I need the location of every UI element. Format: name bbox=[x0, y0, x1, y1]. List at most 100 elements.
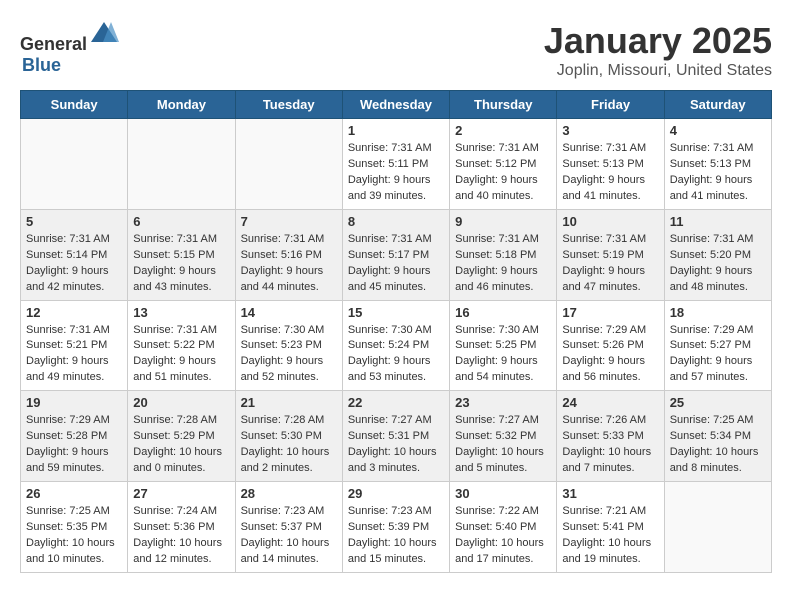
calendar-cell: 9 Sunrise: 7:31 AM Sunset: 5:18 PM Daylig… bbox=[450, 209, 557, 300]
day-number: 15 bbox=[348, 305, 444, 320]
calendar-cell: 10 Sunrise: 7:31 AM Sunset: 5:19 PM Dayli… bbox=[557, 209, 664, 300]
calendar-cell: 11Sunrise: 7:31 AM Sunset: 5:20 PM Dayli… bbox=[664, 209, 771, 300]
day-number: 10 bbox=[562, 214, 658, 229]
calendar-cell: 4Sunrise: 7:31 AM Sunset: 5:13 PM Daylig… bbox=[664, 119, 771, 210]
logo-icon bbox=[89, 20, 119, 50]
calendar-cell: 18 Sunrise: 7:29 AM Sunset: 5:27 PM Dayli… bbox=[664, 300, 771, 391]
calendar-cell: 23 Sunrise: 7:27 AM Sunset: 5:32 PM Dayli… bbox=[450, 391, 557, 482]
calendar-cell: 28 Sunrise: 7:23 AM Sunset: 5:37 PM Dayli… bbox=[235, 482, 342, 573]
day-number: 22 bbox=[348, 395, 444, 410]
day-info: Sunrise: 7:31 AM Sunset: 5:16 PM Dayligh… bbox=[241, 232, 337, 296]
day-info: Sunrise: 7:26 AM Sunset: 5:33 PM Dayligh… bbox=[562, 413, 658, 477]
day-number: 16 bbox=[455, 305, 551, 320]
calendar-cell: 19 Sunrise: 7:29 AM Sunset: 5:28 PM Dayli… bbox=[21, 391, 128, 482]
calendar-cell: 14 Sunrise: 7:30 AM Sunset: 5:23 PM Dayli… bbox=[235, 300, 342, 391]
day-info: Sunrise: 7:28 AM Sunset: 5:29 PM Dayligh… bbox=[133, 413, 229, 477]
calendar-cell: 12 Sunrise: 7:31 AM Sunset: 5:21 PM Dayli… bbox=[21, 300, 128, 391]
day-number: 13 bbox=[133, 305, 229, 320]
day-info: Sunrise: 7:31 AM Sunset: 5:19 PM Dayligh… bbox=[562, 232, 658, 296]
day-info: Sunrise: 7:27 AM Sunset: 5:31 PM Dayligh… bbox=[348, 413, 444, 477]
day-number: 3 bbox=[562, 123, 658, 138]
calendar-header: SundayMondayTuesdayWednesdayThursdayFrid… bbox=[21, 91, 772, 119]
days-of-week-row: SundayMondayTuesdayWednesdayThursdayFrid… bbox=[21, 91, 772, 119]
day-number: 28 bbox=[241, 486, 337, 501]
day-info: Sunrise: 7:31 AM Sunset: 5:22 PM Dayligh… bbox=[133, 323, 229, 387]
calendar-cell: 21Sunrise: 7:28 AM Sunset: 5:30 PM Dayli… bbox=[235, 391, 342, 482]
day-of-week-saturday: Saturday bbox=[664, 91, 771, 119]
day-info: Sunrise: 7:29 AM Sunset: 5:27 PM Dayligh… bbox=[670, 323, 766, 387]
week-row-1: 1Sunrise: 7:31 AM Sunset: 5:11 PM Daylig… bbox=[21, 119, 772, 210]
day-of-week-wednesday: Wednesday bbox=[342, 91, 449, 119]
day-number: 17 bbox=[562, 305, 658, 320]
day-info: Sunrise: 7:31 AM Sunset: 5:21 PM Dayligh… bbox=[26, 323, 122, 387]
day-number: 25 bbox=[670, 395, 766, 410]
calendar-cell: 5Sunrise: 7:31 AM Sunset: 5:14 PM Daylig… bbox=[21, 209, 128, 300]
calendar-cell bbox=[664, 482, 771, 573]
day-of-week-tuesday: Tuesday bbox=[235, 91, 342, 119]
calendar-cell: 8Sunrise: 7:31 AM Sunset: 5:17 PM Daylig… bbox=[342, 209, 449, 300]
calendar-cell: 7 Sunrise: 7:31 AM Sunset: 5:16 PM Daylig… bbox=[235, 209, 342, 300]
logo-text: General Blue bbox=[20, 20, 119, 76]
location: Joplin, Missouri, United States bbox=[544, 62, 772, 80]
day-number: 12 bbox=[26, 305, 122, 320]
day-info: Sunrise: 7:25 AM Sunset: 5:35 PM Dayligh… bbox=[26, 504, 122, 568]
calendar-cell: 31Sunrise: 7:21 AM Sunset: 5:41 PM Dayli… bbox=[557, 482, 664, 573]
calendar-cell: 29Sunrise: 7:23 AM Sunset: 5:39 PM Dayli… bbox=[342, 482, 449, 573]
day-info: Sunrise: 7:23 AM Sunset: 5:37 PM Dayligh… bbox=[241, 504, 337, 568]
calendar-cell: 22 Sunrise: 7:27 AM Sunset: 5:31 PM Dayli… bbox=[342, 391, 449, 482]
day-info: Sunrise: 7:31 AM Sunset: 5:12 PM Dayligh… bbox=[455, 141, 551, 205]
week-row-5: 26 Sunrise: 7:25 AM Sunset: 5:35 PM Dayli… bbox=[21, 482, 772, 573]
day-of-week-monday: Monday bbox=[128, 91, 235, 119]
day-info: Sunrise: 7:29 AM Sunset: 5:28 PM Dayligh… bbox=[26, 413, 122, 477]
logo: General Blue bbox=[20, 20, 119, 76]
day-number: 27 bbox=[133, 486, 229, 501]
calendar-cell: 30 Sunrise: 7:22 AM Sunset: 5:40 PM Dayli… bbox=[450, 482, 557, 573]
day-number: 14 bbox=[241, 305, 337, 320]
day-info: Sunrise: 7:29 AM Sunset: 5:26 PM Dayligh… bbox=[562, 323, 658, 387]
day-number: 18 bbox=[670, 305, 766, 320]
calendar-cell: 17 Sunrise: 7:29 AM Sunset: 5:26 PM Dayli… bbox=[557, 300, 664, 391]
calendar-cell: 13 Sunrise: 7:31 AM Sunset: 5:22 PM Dayli… bbox=[128, 300, 235, 391]
calendar-cell: 24 Sunrise: 7:26 AM Sunset: 5:33 PM Dayli… bbox=[557, 391, 664, 482]
day-number: 5 bbox=[26, 214, 122, 229]
calendar-body: 1Sunrise: 7:31 AM Sunset: 5:11 PM Daylig… bbox=[21, 119, 772, 573]
day-number: 7 bbox=[241, 214, 337, 229]
week-row-4: 19 Sunrise: 7:29 AM Sunset: 5:28 PM Dayli… bbox=[21, 391, 772, 482]
day-number: 9 bbox=[455, 214, 551, 229]
logo-blue: Blue bbox=[22, 55, 61, 75]
day-number: 19 bbox=[26, 395, 122, 410]
day-number: 24 bbox=[562, 395, 658, 410]
month-title: January 2025 bbox=[544, 20, 772, 62]
calendar-cell: 27 Sunrise: 7:24 AM Sunset: 5:36 PM Dayli… bbox=[128, 482, 235, 573]
day-number: 26 bbox=[26, 486, 122, 501]
calendar-cell: 2 Sunrise: 7:31 AM Sunset: 5:12 PM Daylig… bbox=[450, 119, 557, 210]
week-row-3: 12 Sunrise: 7:31 AM Sunset: 5:21 PM Dayli… bbox=[21, 300, 772, 391]
calendar-cell: 20Sunrise: 7:28 AM Sunset: 5:29 PM Dayli… bbox=[128, 391, 235, 482]
day-number: 2 bbox=[455, 123, 551, 138]
page-header: General Blue January 2025 Joplin, Missou… bbox=[20, 20, 772, 80]
day-info: Sunrise: 7:24 AM Sunset: 5:36 PM Dayligh… bbox=[133, 504, 229, 568]
title-block: January 2025 Joplin, Missouri, United St… bbox=[544, 20, 772, 80]
day-number: 11 bbox=[670, 214, 766, 229]
calendar-cell: 6Sunrise: 7:31 AM Sunset: 5:15 PM Daylig… bbox=[128, 209, 235, 300]
day-of-week-sunday: Sunday bbox=[21, 91, 128, 119]
day-info: Sunrise: 7:22 AM Sunset: 5:40 PM Dayligh… bbox=[455, 504, 551, 568]
calendar-cell bbox=[128, 119, 235, 210]
day-info: Sunrise: 7:31 AM Sunset: 5:13 PM Dayligh… bbox=[670, 141, 766, 205]
day-number: 23 bbox=[455, 395, 551, 410]
day-number: 30 bbox=[455, 486, 551, 501]
day-info: Sunrise: 7:31 AM Sunset: 5:11 PM Dayligh… bbox=[348, 141, 444, 205]
calendar-table: SundayMondayTuesdayWednesdayThursdayFrid… bbox=[20, 90, 772, 573]
day-number: 8 bbox=[348, 214, 444, 229]
logo-general: General bbox=[20, 34, 87, 54]
day-info: Sunrise: 7:25 AM Sunset: 5:34 PM Dayligh… bbox=[670, 413, 766, 477]
day-info: Sunrise: 7:30 AM Sunset: 5:23 PM Dayligh… bbox=[241, 323, 337, 387]
day-info: Sunrise: 7:27 AM Sunset: 5:32 PM Dayligh… bbox=[455, 413, 551, 477]
day-info: Sunrise: 7:30 AM Sunset: 5:24 PM Dayligh… bbox=[348, 323, 444, 387]
day-info: Sunrise: 7:30 AM Sunset: 5:25 PM Dayligh… bbox=[455, 323, 551, 387]
day-info: Sunrise: 7:31 AM Sunset: 5:18 PM Dayligh… bbox=[455, 232, 551, 296]
calendar-cell bbox=[235, 119, 342, 210]
day-of-week-friday: Friday bbox=[557, 91, 664, 119]
calendar-cell: 16 Sunrise: 7:30 AM Sunset: 5:25 PM Dayli… bbox=[450, 300, 557, 391]
calendar-cell: 1Sunrise: 7:31 AM Sunset: 5:11 PM Daylig… bbox=[342, 119, 449, 210]
